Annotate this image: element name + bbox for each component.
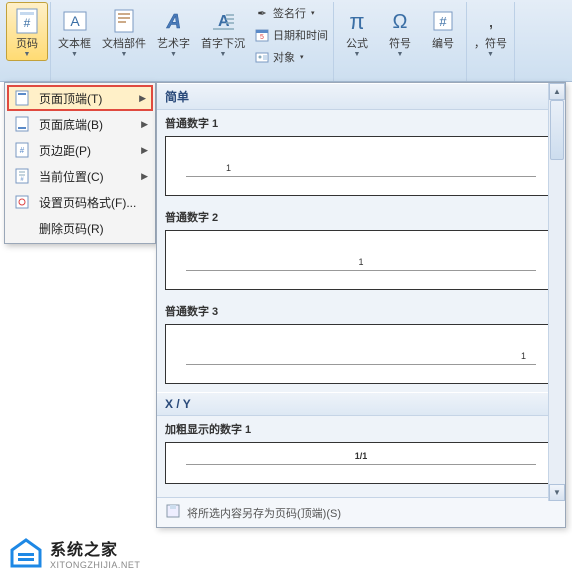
svg-text:A: A — [70, 13, 80, 29]
page-margins-icon: # — [13, 141, 31, 159]
watermark-title: 系统之家 — [50, 536, 140, 560]
page-bottom-icon — [13, 115, 31, 133]
page-number-dropdown: 页面顶端(T) ▶ 页面底端(B) ▶ # 页边距(P) ▶ # 当前位置(C)… — [4, 82, 156, 244]
gallery-category-simple: 简单 — [157, 83, 565, 110]
wordart-icon: A — [158, 5, 190, 37]
watermark: 系统之家 XITONGZHIJIA.NET — [8, 536, 140, 570]
gallery-scroll[interactable]: 简单 普通数字 1 1 普通数字 2 1 普通数字 3 1 X / Y 加粗显示… — [157, 83, 565, 497]
wordart-button[interactable]: A 艺术字 ▼ — [152, 2, 195, 61]
comma-symbol-button[interactable]: , ，符号 ▼ — [469, 2, 512, 61]
menu-format-page-numbers[interactable]: 设置页码格式(F)... — [7, 189, 153, 215]
save-icon — [165, 503, 181, 522]
gallery-save-selection[interactable]: 将所选内容另存为页码(顶端)(S) — [157, 497, 565, 527]
menu-remove-page-numbers[interactable]: 删除页码(R) — [7, 215, 153, 241]
menu-page-margins[interactable]: # 页边距(P) ▶ — [7, 137, 153, 163]
number-button[interactable]: # 编号 — [422, 2, 464, 53]
ribbon: # 页码 ▼ A 文本框 ▼ 文档部件 ▼ A 艺术字 ▼ A — [0, 0, 572, 82]
equation-button[interactable]: π 公式 ▼ — [336, 2, 378, 61]
svg-text:A: A — [165, 11, 180, 33]
page-number-label: 页码 — [16, 38, 38, 50]
comma-icon: , — [475, 5, 507, 37]
object-icon — [254, 49, 270, 65]
gallery-item-label: 普通数字 2 — [157, 204, 565, 228]
signature-icon: ✒ — [254, 5, 270, 21]
textbox-icon: A — [59, 5, 91, 37]
menu-current-position[interactable]: # 当前位置(C) ▶ — [7, 163, 153, 189]
page-top-icon — [13, 89, 31, 107]
svg-text:5: 5 — [260, 34, 264, 41]
gallery-preview-plain3[interactable]: 1 — [165, 324, 557, 384]
gallery-preview-plain2[interactable]: 1 — [165, 230, 557, 290]
gallery-preview-plain1[interactable]: 1 — [165, 136, 557, 196]
scroll-thumb[interactable] — [550, 100, 564, 160]
dropcap-icon: A — [207, 5, 239, 37]
svg-text:#: # — [24, 16, 31, 30]
svg-text:#: # — [439, 14, 447, 29]
dropdown-arrow-icon: ▼ — [24, 51, 31, 58]
number-icon: # — [427, 5, 459, 37]
submenu-arrow-icon: ▶ — [139, 93, 146, 104]
page-number-gallery: 简单 普通数字 1 1 普通数字 2 1 普通数字 3 1 X / Y 加粗显示… — [156, 82, 566, 528]
svg-text:#: # — [20, 146, 25, 155]
menu-top-of-page[interactable]: 页面顶端(T) ▶ — [7, 85, 153, 111]
menu-bottom-of-page[interactable]: 页面底端(B) ▶ — [7, 111, 153, 137]
dropcap-button[interactable]: A 首字下沉 ▼ — [196, 2, 250, 61]
scroll-up-icon[interactable]: ▲ — [549, 83, 565, 100]
object-button[interactable]: 对象▾ — [251, 46, 331, 68]
gallery-scrollbar[interactable]: ▲ ▼ — [548, 83, 565, 501]
doc-parts-button[interactable]: 文档部件 ▼ — [97, 2, 151, 61]
svg-text:,: , — [488, 11, 493, 31]
watermark-url: XITONGZHIJIA.NET — [50, 560, 140, 570]
gallery-preview-bold1[interactable]: 1/1 — [165, 442, 557, 484]
gallery-category-xy: X / Y — [157, 392, 565, 416]
symbol-button[interactable]: Ω 符号 ▼ — [379, 2, 421, 61]
calendar-icon: 5 — [254, 27, 270, 43]
pi-icon: π — [341, 5, 373, 37]
svg-text:Ω: Ω — [393, 11, 408, 33]
page-number-button[interactable]: # 页码 ▼ — [6, 2, 48, 61]
signature-button[interactable]: ✒签名行▾ — [251, 2, 331, 24]
gallery-item-label: 普通数字 3 — [157, 298, 565, 322]
format-icon — [13, 193, 31, 211]
gallery-item-label: 普通数字 1 — [157, 110, 565, 134]
gallery-item-label: 加粗显示的数字 1 — [157, 416, 565, 440]
doc-parts-icon — [108, 5, 140, 37]
page-number-icon: # — [11, 5, 43, 37]
datetime-button[interactable]: 5日期和时间 — [251, 24, 331, 46]
watermark-logo-icon — [8, 538, 44, 568]
svg-text:π: π — [349, 9, 364, 34]
current-pos-icon: # — [13, 167, 31, 185]
omega-icon: Ω — [384, 5, 416, 37]
scroll-down-icon[interactable]: ▼ — [549, 484, 565, 501]
textbox-button[interactable]: A 文本框 ▼ — [53, 2, 96, 61]
